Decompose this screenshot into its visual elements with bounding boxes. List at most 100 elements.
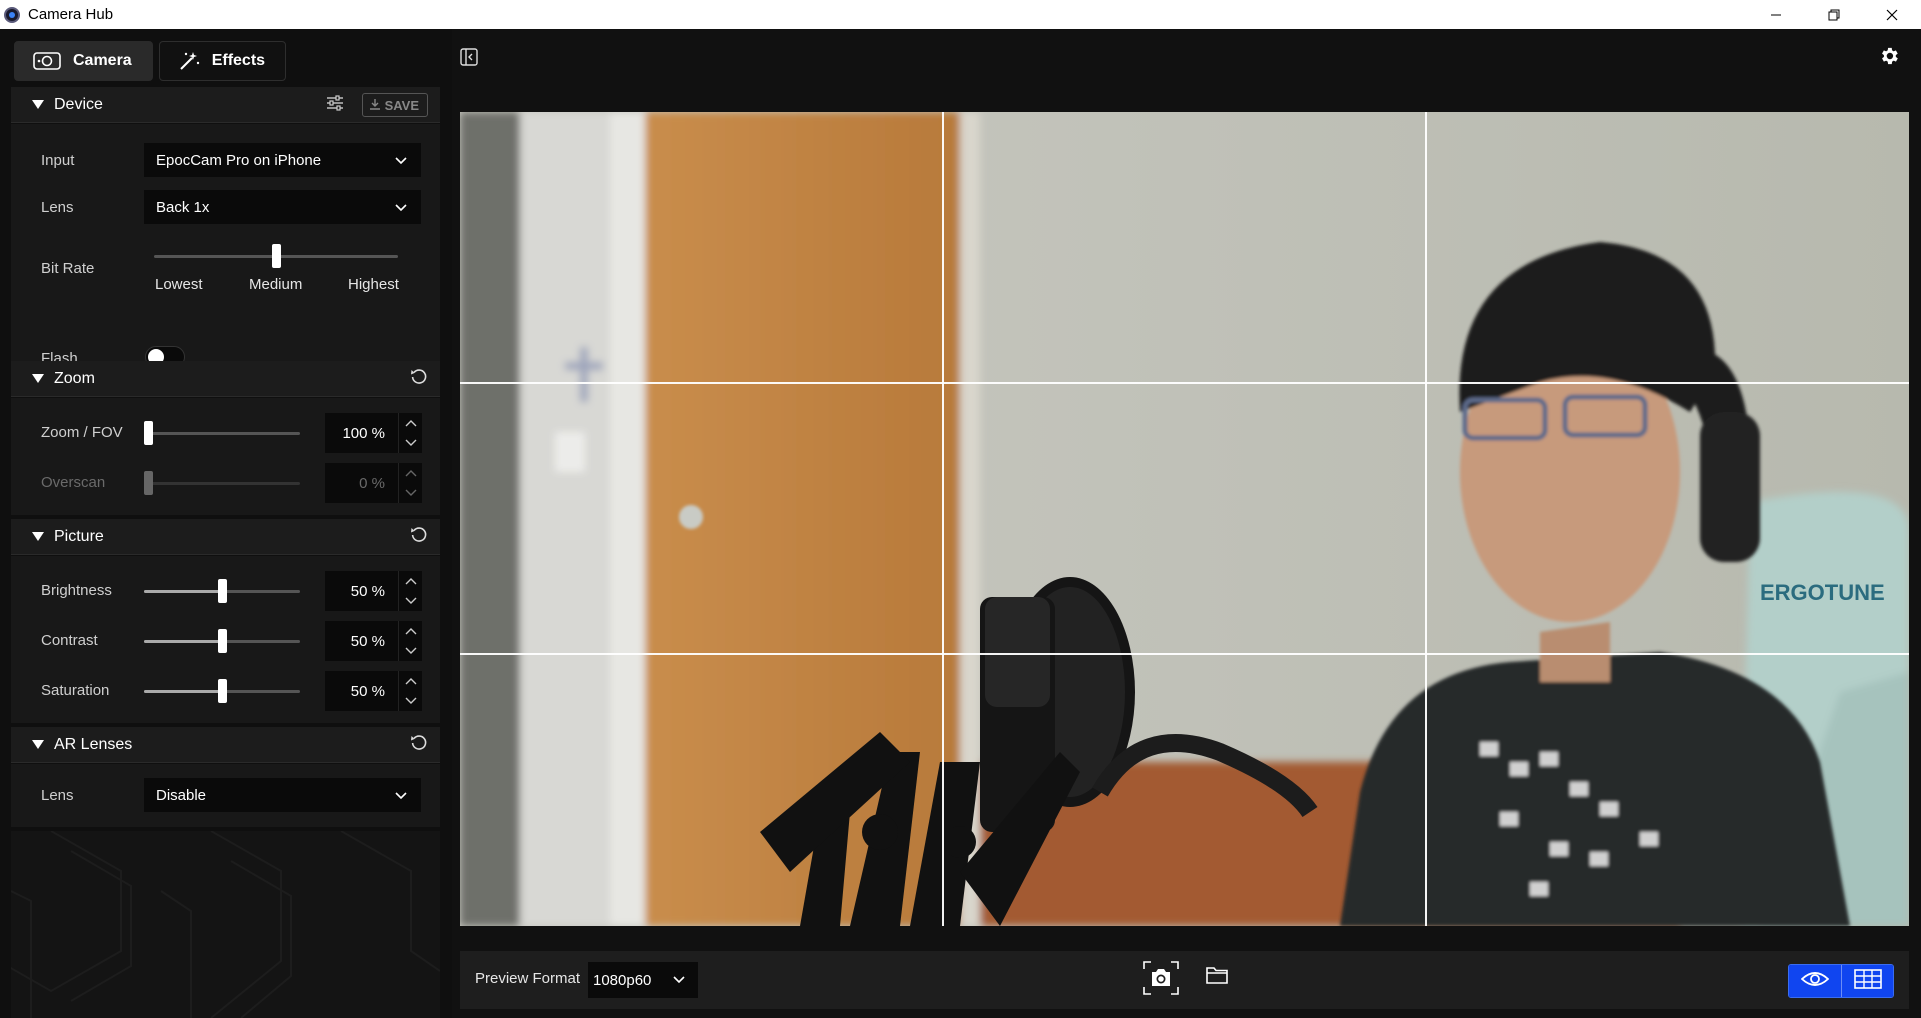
adjust-settings-icon[interactable]	[326, 94, 344, 116]
chevron-down-icon	[394, 153, 408, 171]
stepper-down-icon[interactable]	[405, 592, 417, 610]
brightness-slider[interactable]	[144, 579, 300, 603]
overscan-label: Overscan	[41, 474, 106, 491]
saturation-slider-fill	[144, 690, 222, 693]
open-folder-button[interactable]	[1206, 965, 1228, 990]
camera-feed-image: ERGOTUNE	[460, 112, 1909, 926]
preview-visibility-button[interactable]	[1789, 965, 1841, 997]
device-section-title: Device	[54, 95, 103, 113]
overscan-slider-thumb	[144, 471, 153, 495]
saturation-stepper[interactable]: 50 %	[325, 671, 422, 711]
save-label: SAVE	[384, 97, 419, 113]
stepper-down-icon[interactable]	[405, 692, 417, 710]
overscan-stepper: 0 %	[325, 463, 422, 503]
saturation-label: Saturation	[41, 682, 110, 699]
reset-icon[interactable]	[410, 734, 428, 757]
zoom-section-body: Zoom / FOV 100 % Overscan 0 %	[11, 398, 440, 515]
contrast-slider-thumb[interactable]	[218, 629, 227, 653]
grid-overlay-button[interactable]	[1841, 965, 1893, 997]
device-section-header[interactable]: Device SAVE	[11, 87, 440, 123]
restore-icon	[1828, 9, 1840, 20]
gear-icon	[1878, 47, 1900, 71]
grid-line-horizontal-1	[460, 382, 1909, 384]
settings-panel: Camera Effects Device SAVE Input EpocCam…	[0, 29, 452, 1018]
saturation-slider[interactable]	[144, 679, 300, 703]
bitrate-slider-thumb[interactable]	[272, 244, 281, 268]
collapse-triangle-icon	[32, 374, 44, 383]
stepper-up-icon[interactable]	[405, 572, 417, 590]
bitrate-tick-lowest: Lowest	[155, 276, 203, 293]
window-title: Camera Hub	[28, 6, 114, 23]
restore-button[interactable]	[1805, 0, 1863, 29]
folder-icon	[1206, 967, 1228, 989]
zoom-fov-slider[interactable]	[144, 421, 300, 445]
bitrate-tick-highest: Highest	[348, 276, 399, 293]
preview-toolbar: Preview Format 1080p60	[460, 951, 1909, 1009]
chevron-down-icon	[394, 788, 408, 806]
ar-lens-select-value: Disable	[156, 786, 207, 804]
decorative-pattern	[11, 831, 440, 1018]
bitrate-slider[interactable]	[154, 244, 398, 268]
input-select[interactable]: EpocCam Pro on iPhone	[144, 143, 421, 177]
grid-line-horizontal-2	[460, 653, 1909, 655]
sidebar-toggle-button[interactable]	[460, 48, 478, 71]
reset-icon[interactable]	[410, 526, 428, 549]
overscan-value: 0 %	[359, 474, 385, 492]
brightness-stepper[interactable]: 50 %	[325, 571, 422, 611]
contrast-label: Contrast	[41, 632, 98, 649]
input-label: Input	[41, 152, 75, 169]
tab-camera[interactable]: Camera	[14, 41, 153, 81]
tab-effects-label: Effects	[211, 52, 266, 69]
lens-select[interactable]: Back 1x	[144, 190, 421, 224]
grid-line-vertical-2	[1425, 112, 1427, 926]
stepper-up-icon	[405, 464, 417, 482]
tab-bar: Camera Effects	[14, 41, 287, 81]
chevron-down-icon	[394, 200, 408, 218]
picture-section-title: Picture	[54, 527, 104, 545]
bitrate-label: Bit Rate	[41, 260, 95, 277]
brightness-slider-thumb[interactable]	[218, 579, 227, 603]
collapse-triangle-icon	[32, 100, 44, 109]
saturation-slider-thumb[interactable]	[218, 679, 227, 703]
title-bar: Camera Hub	[0, 0, 1921, 29]
preview-format-select[interactable]: 1080p60	[588, 962, 698, 998]
save-button[interactable]: SAVE	[361, 93, 428, 117]
zoom-fov-stepper[interactable]: 100 %	[325, 413, 422, 453]
settings-button[interactable]	[1878, 45, 1900, 72]
bitrate-tick-medium: Medium	[249, 276, 303, 293]
stepper-down-icon[interactable]	[405, 434, 417, 452]
stepper-up-icon[interactable]	[405, 622, 417, 640]
minimize-button[interactable]	[1747, 0, 1805, 29]
lens-select-value: Back 1x	[156, 198, 210, 216]
stepper-up-icon[interactable]	[405, 672, 417, 690]
ar-lens-select[interactable]: Disable	[144, 778, 421, 812]
contrast-slider[interactable]	[144, 629, 300, 653]
picture-section-header[interactable]: Picture	[11, 519, 440, 555]
zoom-fov-slider-thumb[interactable]	[144, 421, 153, 445]
reset-icon[interactable]	[410, 368, 428, 391]
snapshot-button[interactable]	[1142, 960, 1180, 998]
stepper-up-icon[interactable]	[405, 414, 417, 432]
minimize-icon	[1771, 14, 1781, 15]
stepper-down-icon[interactable]	[405, 642, 417, 660]
collapse-sidebar-icon	[460, 48, 478, 70]
view-toggle-group	[1788, 964, 1894, 998]
zoom-fov-value: 100 %	[342, 424, 385, 442]
chevron-down-icon	[672, 972, 686, 990]
collapse-triangle-icon	[32, 532, 44, 541]
chair-logo-text: ERGOTUNE	[1760, 580, 1885, 605]
contrast-slider-fill	[144, 640, 222, 643]
close-icon	[1886, 9, 1898, 20]
input-select-value: EpocCam Pro on iPhone	[156, 151, 322, 169]
zoom-section-title: Zoom	[54, 369, 95, 387]
close-button[interactable]	[1863, 0, 1921, 29]
brightness-label: Brightness	[41, 582, 112, 599]
ar-lenses-section-header[interactable]: AR Lenses	[11, 727, 440, 763]
device-section-body: Input EpocCam Pro on iPhone Lens Back 1x…	[11, 124, 440, 385]
contrast-stepper[interactable]: 50 %	[325, 621, 422, 661]
ar-lens-label: Lens	[41, 787, 74, 804]
saturation-value: 50 %	[350, 682, 385, 700]
zoom-section-header[interactable]: Zoom	[11, 361, 440, 397]
tab-effects[interactable]: Effects	[158, 41, 287, 81]
eye-icon	[1800, 970, 1830, 993]
